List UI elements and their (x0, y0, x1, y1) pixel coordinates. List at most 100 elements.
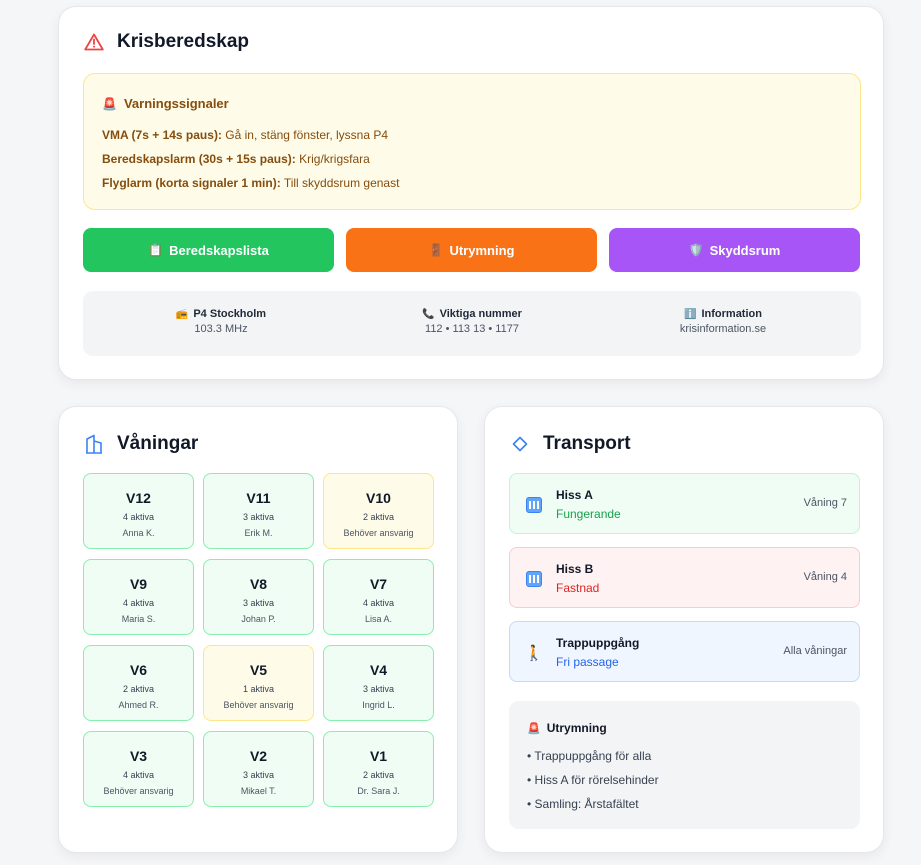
floor-card-v9[interactable]: V9 4 aktiva Maria S. (83, 559, 194, 635)
floor-card-v4[interactable]: V4 3 aktiva Ingrid L. (323, 645, 434, 721)
transport-card: Transport Hiss A Fungerande Våning 7 His… (484, 406, 884, 853)
transport-name: Hiss A (556, 488, 593, 502)
building-icon (83, 433, 105, 455)
floor-card-v12[interactable]: V12 4 aktiva Anna K. (83, 473, 194, 549)
transport-location: Alla våningar (783, 645, 847, 657)
transport-item-hiss-b[interactable]: Hiss B Fastnad Våning 4 (509, 547, 860, 608)
transport-location: Våning 4 (803, 571, 847, 583)
floors-card: Våningar V12 4 aktiva Anna K. V11 3 aktiva Er… (58, 406, 458, 853)
info-phone-numbers: 📞 Viktiga nummer 112 • 113 13 • 1177 (372, 308, 572, 335)
floor-responsible: Maria S. (121, 614, 156, 624)
floor-card-v1[interactable]: V1 2 aktiva Dr. Sara J. (323, 731, 434, 807)
clipboard-icon: 📋 (148, 243, 164, 257)
floor-card-v8[interactable]: V8 3 aktiva Johan P. (203, 559, 314, 635)
floor-responsible: Behöver ansvarig (223, 700, 294, 710)
floor-active-count: 3 aktiva (362, 684, 395, 694)
warning-line-vma: VMA (7s + 14s paus): Gå in, stäng fönste… (102, 128, 388, 142)
button-label: Utrymning (449, 242, 515, 258)
info-title: Information (701, 308, 762, 320)
evacuation-box: 🚨 Utrymning • Trappuppgång för alla • Hi… (509, 701, 860, 829)
transport-location: Våning 7 (803, 497, 847, 509)
floor-card-v7[interactable]: V7 4 aktiva Lisa A. (323, 559, 434, 635)
floor-name: V1 (369, 748, 388, 764)
floor-card-v5[interactable]: V5 1 aktiva Behöver ansvarig (203, 645, 314, 721)
floor-active-count: 2 aktiva (362, 770, 395, 780)
radio-icon: 📻 (175, 308, 189, 320)
crisis-title: Krisberedskap (83, 31, 249, 53)
warning-line-label: Beredskapslarm (30s + 15s paus): (102, 152, 296, 166)
info-title: P4 Stockholm (193, 308, 267, 320)
warning-line-text: Krig/krigsfara (295, 152, 370, 166)
button-label: Skyddsrum (709, 242, 781, 258)
warning-line-flyglarm: Flyglarm (korta signaler 1 min): Till sk… (102, 176, 399, 190)
floor-name: V3 (129, 748, 148, 764)
floor-card-v10[interactable]: V10 2 aktiva Behöver ansvarig (323, 473, 434, 549)
crisis-title-text: Krisberedskap (117, 31, 250, 52)
warning-line-label: Flyglarm (korta signaler 1 min): (102, 176, 281, 190)
transport-status: Fastnad (556, 581, 600, 595)
siren-icon: 🚨 (102, 96, 117, 111)
floor-responsible: Erik M. (244, 528, 273, 538)
evacuation-heading: 🚨 Utrymning (527, 721, 607, 735)
transport-status: Fungerande (556, 507, 621, 521)
transport-title-text: Transport (543, 433, 631, 454)
floor-name: V10 (366, 490, 391, 506)
info-value: krisinformation.se (679, 323, 767, 335)
info-radio: 📻 P4 Stockholm 103.3 MHz (121, 308, 321, 335)
transport-item-hiss-a[interactable]: Hiss A Fungerande Våning 7 (509, 473, 860, 534)
floor-active-count: 4 aktiva (362, 598, 395, 608)
floor-name: V9 (129, 576, 148, 592)
warning-signals-heading: 🚨 Varningssignaler (102, 96, 229, 111)
transport-status: Fri passage (556, 655, 619, 669)
warning-line-text: Till skyddsrum genast (280, 176, 400, 190)
floor-responsible: Johan P. (241, 614, 276, 624)
floor-responsible: Lisa A. (364, 614, 393, 624)
floor-card-v6[interactable]: V6 2 aktiva Ahmed R. (83, 645, 194, 721)
shelter-button[interactable]: 🛡️ Skyddsrum (609, 228, 860, 272)
walking-person-icon: 🚶 (524, 645, 544, 662)
floor-responsible: Behöver ansvarig (103, 786, 174, 796)
transport-name: Hiss B (556, 562, 594, 576)
floor-responsible: Ahmed R. (118, 700, 159, 710)
floor-active-count: 3 aktiva (242, 512, 275, 522)
info-website: ℹ️ Information krisinformation.se (623, 308, 823, 335)
floor-responsible: Ingrid L. (362, 700, 395, 710)
elevator-icon (524, 569, 544, 589)
floor-responsible: Behöver ansvarig (343, 528, 414, 538)
floor-active-count: 2 aktiva (122, 684, 155, 694)
evacuation-button[interactable]: 🚪 Utrymning (346, 228, 597, 272)
floor-active-count: 2 aktiva (362, 512, 395, 522)
floor-name: V5 (249, 662, 268, 678)
floors-title-text: Våningar (117, 433, 199, 454)
floor-name: V7 (369, 576, 388, 592)
floor-name: V11 (246, 490, 271, 506)
evacuation-item: • Hiss A för rörelsehinder (527, 773, 659, 787)
transport-name: Trappuppgång (556, 636, 640, 650)
floor-name: V6 (129, 662, 148, 678)
floor-card-v3[interactable]: V3 4 aktiva Behöver ansvarig (83, 731, 194, 807)
floor-active-count: 4 aktiva (122, 598, 155, 608)
floor-card-v2[interactable]: V2 3 aktiva Mikael T. (203, 731, 314, 807)
warning-triangle-icon (83, 31, 105, 53)
floors-title: Våningar (83, 433, 198, 455)
floor-responsible: Dr. Sara J. (357, 786, 400, 796)
crisis-card: Krisberedskap 🚨 Varningssignaler VMA (7s… (58, 6, 884, 380)
shield-icon: 🛡️ (688, 243, 704, 257)
floor-active-count: 3 aktiva (242, 598, 275, 608)
evacuation-item: • Samling: Årstafältet (527, 797, 639, 811)
floor-active-count: 4 aktiva (122, 770, 155, 780)
floor-name: V4 (369, 662, 388, 678)
elevator-icon (524, 495, 544, 515)
floor-active-count: 1 aktiva (242, 684, 275, 694)
info-value: 103.3 MHz (194, 323, 248, 335)
door-icon: 🚪 (428, 243, 444, 257)
transport-title: Transport (509, 433, 631, 455)
button-label: Beredskapslista (169, 242, 269, 258)
siren-icon: 🚨 (527, 722, 541, 735)
info-title: Viktiga nummer (439, 308, 522, 320)
preparedness-list-button[interactable]: 📋 Beredskapslista (83, 228, 334, 272)
floor-card-v11[interactable]: V11 3 aktiva Erik M. (203, 473, 314, 549)
floor-name: V12 (126, 490, 151, 506)
warning-line-beredskapslarm: Beredskapslarm (30s + 15s paus): Krig/kr… (102, 152, 370, 166)
transport-item-stairs[interactable]: 🚶 Trappuppgång Fri passage Alla våningar (509, 621, 860, 682)
